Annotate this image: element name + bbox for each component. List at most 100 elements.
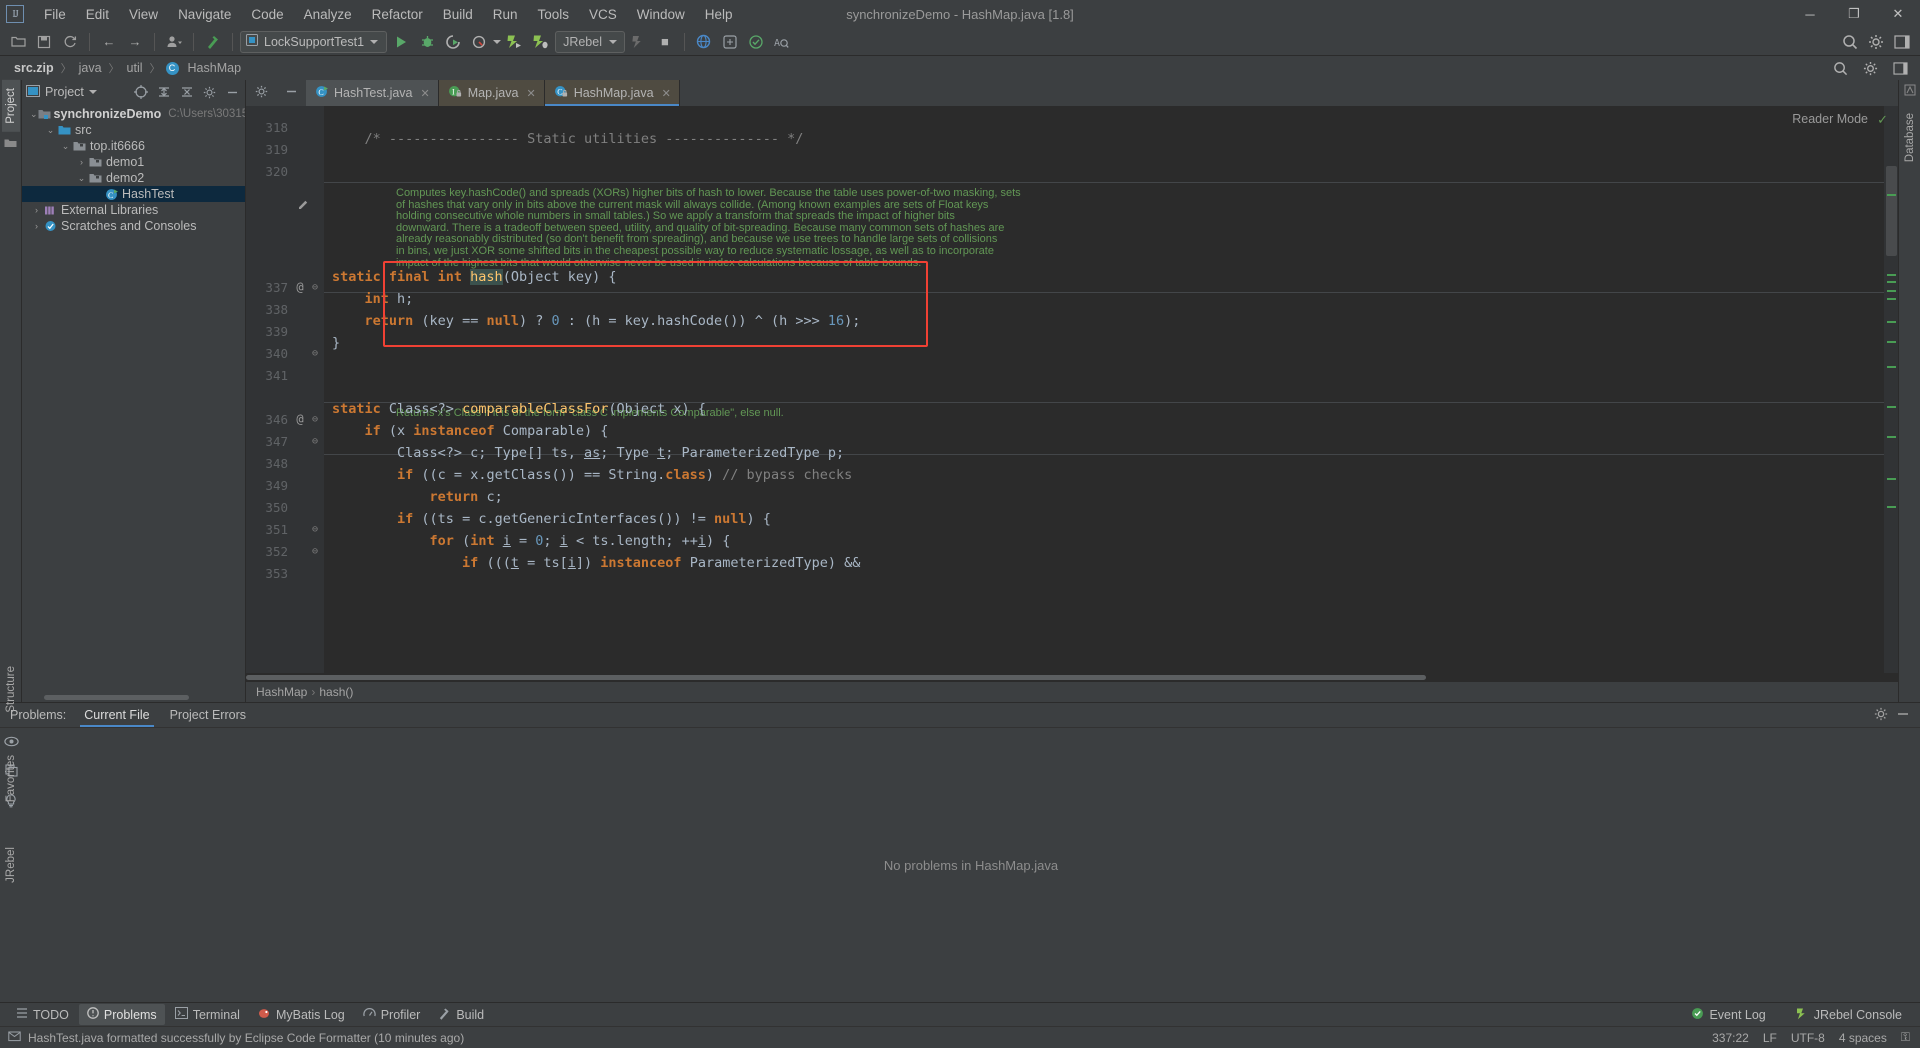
navbar-crumb-hashmap[interactable]: HashMap bbox=[184, 60, 246, 76]
editor-horizontal-scrollbar[interactable] bbox=[246, 673, 1898, 682]
chevron-expanded-icon[interactable]: ⌄ bbox=[30, 109, 38, 120]
hide-editor-icon[interactable] bbox=[285, 85, 298, 101]
debug-button[interactable] bbox=[415, 31, 439, 53]
editor-tab-map[interactable]: I Map.java ✕ bbox=[438, 80, 545, 106]
search-icon[interactable] bbox=[1828, 57, 1852, 79]
close-tab-icon[interactable]: ✕ bbox=[662, 87, 671, 100]
editor-tab-hashtest[interactable]: C HashTest.java ✕ bbox=[306, 80, 439, 106]
stripe-mark[interactable] bbox=[1887, 274, 1896, 276]
project-settings-icon[interactable] bbox=[201, 84, 218, 101]
breadcrumb-class[interactable]: HashMap bbox=[256, 685, 307, 699]
tree-item-HashTest[interactable]: C HashTest bbox=[22, 186, 245, 202]
toggle-right-panel-icon[interactable] bbox=[1888, 57, 1912, 79]
menu-file[interactable]: File bbox=[34, 4, 76, 25]
editor-gutter[interactable]: 318 319 320 337 @ ⊖ 338 339 340 ⊖ 341 346 @ ⊖… bbox=[246, 106, 324, 673]
menu-refactor[interactable]: Refactor bbox=[362, 4, 433, 25]
search-everywhere-icon[interactable] bbox=[1838, 31, 1862, 53]
reader-mode-check-icon[interactable]: ✓ bbox=[1877, 112, 1888, 128]
stripe-mark[interactable] bbox=[1887, 436, 1896, 438]
collapse-all-icon[interactable] bbox=[178, 84, 195, 101]
hide-panel-icon[interactable] bbox=[1896, 707, 1910, 724]
chevron-expanded-icon[interactable]: ⌄ bbox=[59, 141, 72, 152]
profile-user-icon[interactable] bbox=[162, 31, 186, 53]
project-panel-title-group[interactable]: Project bbox=[26, 84, 97, 100]
jrebel-selector[interactable]: JRebel bbox=[555, 30, 625, 53]
profiler-chevron-icon[interactable] bbox=[493, 39, 502, 44]
fold-marker[interactable]: ⊖ bbox=[308, 282, 322, 293]
chevron-expanded-icon[interactable]: ⌄ bbox=[75, 173, 88, 184]
sidebar-tab-structure[interactable]: Structure bbox=[2, 658, 20, 721]
fold-marker[interactable]: ⊖ bbox=[308, 546, 322, 557]
edit-docs-pencil-icon[interactable] bbox=[298, 198, 310, 213]
chevron-collapsed-icon[interactable]: › bbox=[75, 157, 88, 167]
menu-edit[interactable]: Edit bbox=[76, 4, 119, 25]
save-all-icon[interactable] bbox=[32, 31, 56, 53]
toolwindow-profiler[interactable]: Profiler bbox=[355, 1004, 429, 1025]
chevron-down-icon[interactable] bbox=[88, 90, 97, 94]
menu-code[interactable]: Code bbox=[241, 4, 293, 25]
menu-help[interactable]: Help bbox=[695, 4, 743, 25]
caret-position[interactable]: 337:22 bbox=[1712, 1031, 1749, 1045]
navigate-forward-icon[interactable]: → bbox=[123, 31, 147, 53]
maximize-button[interactable]: ❐ bbox=[1832, 0, 1876, 28]
folder-icon[interactable] bbox=[4, 138, 17, 152]
menu-window[interactable]: Window bbox=[627, 4, 695, 25]
tab-project-errors[interactable]: Project Errors bbox=[160, 705, 256, 725]
scrollbar-thumb[interactable] bbox=[44, 695, 189, 700]
project-tree[interactable]: ⌄ synchronizeDemo C:\Users\30315\Dow ⌄ s… bbox=[22, 104, 245, 693]
jrebel-run-icon[interactable] bbox=[503, 31, 527, 53]
menu-run[interactable]: Run bbox=[483, 4, 528, 25]
toolwindow-problems[interactable]: Problems bbox=[78, 1004, 165, 1025]
open-folder-icon[interactable] bbox=[6, 31, 30, 53]
stripe-mark[interactable] bbox=[1887, 290, 1896, 292]
text-search-icon[interactable]: A bbox=[770, 31, 794, 53]
stripe-mark[interactable] bbox=[1887, 406, 1896, 408]
sidebar-tab-database[interactable]: Database bbox=[1901, 105, 1919, 170]
fold-marker[interactable]: ⊖ bbox=[308, 524, 322, 535]
stripe-mark[interactable] bbox=[1887, 478, 1896, 480]
toolwindow-mybatis-log[interactable]: MyBatis Log bbox=[250, 1004, 353, 1025]
project-panel-horizontal-scrollbar[interactable] bbox=[22, 693, 245, 702]
tree-item-demo2[interactable]: ⌄ demo2 bbox=[22, 170, 245, 186]
stop-button[interactable]: ■ bbox=[653, 31, 677, 53]
structure-search-icon[interactable] bbox=[718, 31, 742, 53]
editor-error-stripe[interactable] bbox=[1884, 106, 1898, 673]
tree-item-external-libraries[interactable]: › External Libraries bbox=[22, 202, 245, 218]
close-tab-icon[interactable]: ✕ bbox=[421, 87, 430, 100]
stripe-mark[interactable] bbox=[1887, 298, 1896, 300]
run-with-coverage-button[interactable] bbox=[441, 31, 465, 53]
navigate-back-icon[interactable]: ← bbox=[97, 31, 121, 53]
tree-item-synchronizeDemo[interactable]: ⌄ synchronizeDemo C:\Users\30315\Dow bbox=[22, 106, 245, 122]
scroll-from-source-icon[interactable] bbox=[132, 84, 149, 101]
tab-current-file[interactable]: Current File bbox=[74, 705, 159, 727]
stripe-mark[interactable] bbox=[1887, 321, 1896, 323]
code-editor[interactable]: 318 319 320 337 @ ⊖ 338 339 340 ⊖ 341 346 @ ⊖… bbox=[246, 106, 1898, 673]
build-hammer-icon[interactable] bbox=[201, 31, 225, 53]
navbar-crumb-util[interactable]: util bbox=[123, 60, 147, 76]
status-message[interactable]: HashTest.java formatted successfully by … bbox=[28, 1031, 464, 1045]
lock-icon[interactable]: ⚿ bbox=[1901, 1030, 1910, 1045]
chevron-collapsed-icon[interactable]: › bbox=[30, 205, 43, 215]
tree-item-src[interactable]: ⌄ src bbox=[22, 122, 245, 138]
sidebar-tab-jrebel[interactable]: JRebel bbox=[2, 839, 20, 891]
hide-panel-icon[interactable] bbox=[224, 84, 241, 101]
code-text-area[interactable]: /* ---------------- Static utilities ---… bbox=[324, 106, 1884, 673]
menu-build[interactable]: Build bbox=[433, 4, 483, 25]
line-separator[interactable]: LF bbox=[1763, 1031, 1777, 1045]
gear-icon[interactable] bbox=[255, 85, 268, 101]
stripe-mark[interactable] bbox=[1887, 281, 1896, 283]
sidebar-tab-project[interactable]: Project bbox=[1, 80, 20, 132]
indent-setting[interactable]: 4 spaces bbox=[1839, 1031, 1887, 1045]
settings-gear-icon[interactable] bbox=[1864, 31, 1888, 53]
sync-refresh-icon[interactable] bbox=[58, 31, 82, 53]
scrollbar-thumb[interactable] bbox=[246, 675, 1426, 680]
minimize-button[interactable]: ─ bbox=[1788, 0, 1832, 28]
reader-mode-label[interactable]: Reader Mode bbox=[1792, 112, 1868, 126]
sidebar-tab-favorites[interactable]: Favorites bbox=[2, 747, 20, 810]
fold-marker[interactable]: ⊖ bbox=[308, 436, 322, 447]
fold-marker[interactable]: ⊖ bbox=[308, 348, 322, 359]
fold-marker[interactable]: ⊖ bbox=[308, 414, 322, 425]
inspection-icon[interactable] bbox=[744, 31, 768, 53]
tree-item-top-it6666[interactable]: ⌄ top.it6666 bbox=[22, 138, 245, 154]
stripe-mark[interactable] bbox=[1887, 506, 1896, 508]
